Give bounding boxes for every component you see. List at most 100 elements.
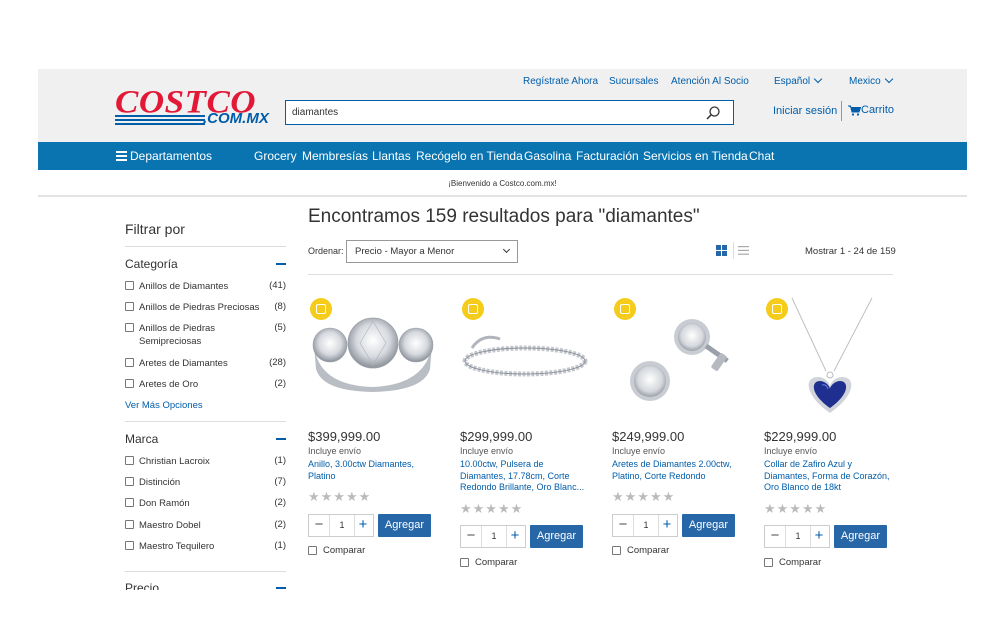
shipping-note: Incluye envío [764, 446, 818, 456]
shipping-note: Incluye envío [308, 446, 362, 456]
logo-stripes [115, 115, 205, 127]
quantity-stepper: − 1 + [460, 525, 526, 548]
nav-item-gasolina[interactable]: Gasolina [524, 149, 571, 163]
nav-departments[interactable]: Departamentos [116, 149, 212, 164]
product-price: $229,999.00 [764, 429, 837, 444]
signin-link[interactable]: Iniciar sesión [773, 105, 837, 117]
divider [125, 421, 286, 422]
welcome-banner: ¡Bienvenido a Costco.com.mx! [38, 170, 967, 197]
option-label: Distinción [139, 477, 181, 488]
collapse-icon[interactable] [276, 438, 286, 440]
add-to-cart-button[interactable]: Agregar [378, 514, 431, 537]
language-dropdown[interactable]: Español [774, 74, 823, 87]
category-heading: Categoría [125, 257, 178, 271]
checkbox[interactable] [125, 379, 134, 388]
results-count: Mostrar 1 - 24 de 159 [805, 246, 896, 257]
nav-item-servicios[interactable]: Servicios en Tienda [643, 149, 748, 163]
option-count: (8) [274, 301, 286, 312]
nav-item-membresias[interactable]: Membresías [302, 149, 368, 163]
grid-view-icon[interactable] [716, 245, 727, 256]
search-icon[interactable] [705, 105, 721, 121]
quantity-value[interactable]: 1 [481, 526, 507, 547]
add-to-cart-button[interactable]: Agregar [834, 525, 887, 548]
checkbox[interactable] [125, 302, 134, 311]
quantity-stepper: − 1 + [764, 525, 830, 548]
sort-label: Ordenar: [308, 246, 344, 256]
add-to-cart-button[interactable]: Agregar [682, 514, 735, 537]
product-name-link[interactable]: Aretes de Diamantes 2.00ctw, Platino, Co… [612, 459, 742, 482]
checkbox[interactable] [764, 558, 773, 567]
option-label: Aretes de Diamantes [139, 358, 228, 369]
main-nav: Departamentos Grocery Membresías Llantas… [38, 142, 967, 170]
checkbox[interactable] [125, 456, 134, 465]
collapse-icon[interactable] [276, 587, 286, 589]
quantity-value[interactable]: 1 [785, 526, 811, 547]
checkbox[interactable] [125, 541, 134, 550]
rating-stars: ★★★★★ [460, 501, 524, 516]
product-name-link[interactable]: 10.00ctw, Pulsera de Diamantes, 17.78cm,… [460, 459, 590, 494]
checkbox[interactable] [125, 498, 134, 507]
checkbox[interactable] [125, 281, 134, 290]
product-price: $299,999.00 [460, 429, 533, 444]
search-input[interactable] [286, 101, 686, 124]
cart-icon [848, 105, 861, 116]
increment-button[interactable]: + [809, 526, 829, 547]
option-count: (2) [274, 519, 286, 530]
member-badge-icon [310, 298, 332, 320]
option-label: Maestro Tequilero [139, 541, 215, 552]
compare-label: Comparar [323, 545, 366, 556]
language-label: Español [774, 76, 811, 87]
quantity-stepper: − 1 + [308, 514, 374, 537]
branches-link[interactable]: Sucursales [609, 76, 658, 87]
nav-item-llantas[interactable]: Llantas [372, 149, 411, 163]
list-view-icon[interactable] [738, 246, 749, 255]
country-dropdown[interactable]: Mexico [849, 74, 893, 87]
increment-button[interactable]: + [505, 526, 525, 547]
register-link[interactable]: Regístrate Ahora [523, 76, 598, 87]
nav-item-recogelo[interactable]: Recógelo en Tienda [416, 149, 523, 163]
product-name-link[interactable]: Collar de Zafiro Azul y Diamantes, Forma… [764, 459, 894, 494]
product-price: $249,999.00 [612, 429, 685, 444]
option-count: (1) [274, 455, 286, 466]
option-label: Aretes de Oro [139, 379, 199, 390]
nav-item-facturacion[interactable]: Facturación [576, 149, 639, 163]
checkbox[interactable] [125, 323, 134, 332]
option-label: Don Ramón [139, 498, 190, 509]
checkbox[interactable] [308, 546, 317, 555]
decrement-button[interactable]: − [765, 526, 785, 547]
nav-item-grocery[interactable]: Grocery [254, 149, 297, 163]
quantity-value[interactable]: 1 [329, 515, 355, 536]
option-count: (28) [269, 357, 286, 368]
option-count: (5) [274, 322, 286, 333]
quantity-value[interactable]: 1 [633, 515, 659, 536]
page: COSTCO .COM.MX Regístrate Ahora Sucursal… [0, 0, 1005, 620]
decrement-button[interactable]: − [309, 515, 329, 536]
see-more-link[interactable]: Ver Más Opciones [125, 400, 203, 411]
product-name-link[interactable]: Anillo, 3.00ctw Diamantes, Platino [308, 459, 438, 482]
divider [125, 571, 286, 572]
option-label: Anillos de Diamantes [139, 281, 229, 292]
brand-heading: Marca [125, 432, 159, 446]
collapse-icon[interactable] [276, 263, 286, 265]
decrement-button[interactable]: − [461, 526, 481, 547]
costco-logo[interactable]: COSTCO .COM.MX [115, 83, 270, 128]
checkbox[interactable] [125, 520, 134, 529]
option-count: (2) [274, 378, 286, 389]
cart-link[interactable]: Carrito [848, 104, 894, 116]
increment-button[interactable]: + [353, 515, 373, 536]
decrement-button[interactable]: − [613, 515, 633, 536]
checkbox[interactable] [612, 546, 621, 555]
nav-item-chat[interactable]: Chat [749, 149, 774, 163]
chevron-down-icon [502, 245, 511, 254]
checkbox[interactable] [125, 358, 134, 367]
increment-button[interactable]: + [657, 515, 677, 536]
option-label: Maestro Dobel [139, 520, 201, 531]
compare-label: Comparar [779, 557, 822, 568]
add-to-cart-button[interactable]: Agregar [530, 525, 583, 548]
checkbox[interactable] [460, 558, 469, 567]
price-heading: Precio [125, 581, 160, 590]
sort-dropdown[interactable]: Precio - Mayor a Menor [346, 240, 518, 263]
option-label: Anillos de Piedras Preciosas [139, 302, 260, 313]
member-service-link[interactable]: Atención Al Socio [671, 76, 749, 87]
checkbox[interactable] [125, 477, 134, 486]
